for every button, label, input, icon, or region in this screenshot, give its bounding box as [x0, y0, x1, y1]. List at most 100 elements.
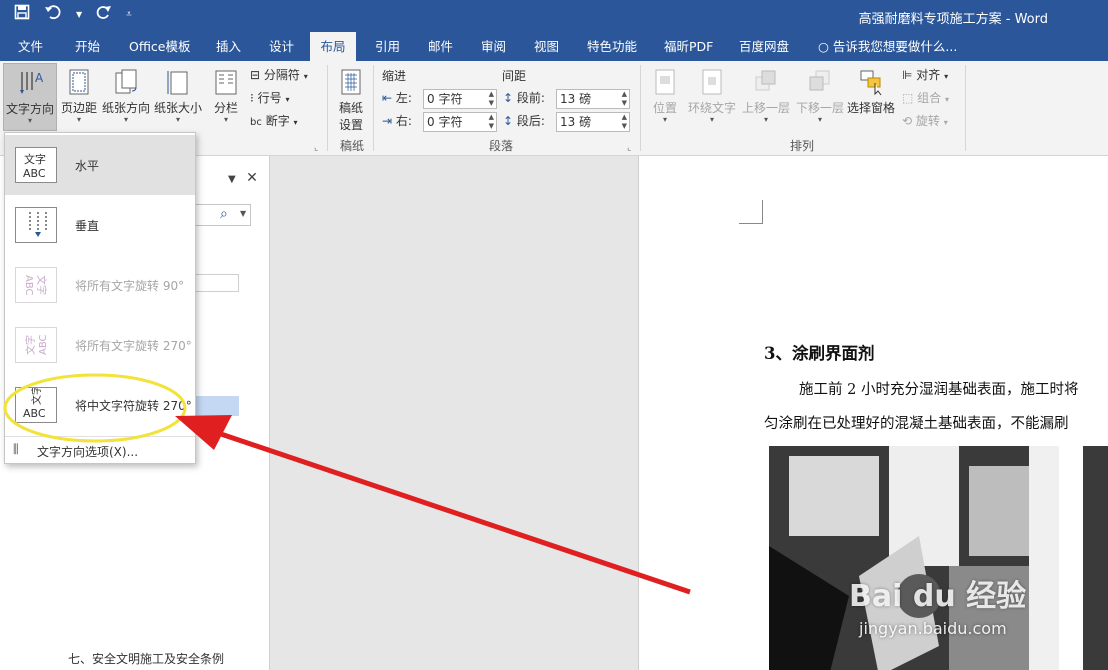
- paragraph-group-label: 段落: [489, 139, 514, 153]
- customize-qat-icon[interactable]: ⩡: [126, 4, 132, 26]
- nav-heading-item[interactable]: 七、安全文明施工及安全条例: [68, 650, 224, 667]
- spacing-before-icon: ↕: [503, 91, 514, 105]
- size-button[interactable]: 纸张大小 ▾: [152, 63, 204, 131]
- tab-view[interactable]: 视图: [526, 32, 567, 61]
- manuscript-settings-button[interactable]: 稿纸 设置: [333, 63, 369, 132]
- indent-right-icon: ⇥: [382, 114, 393, 128]
- spacing-before-label: ↕ 段前:: [503, 91, 545, 105]
- horizontal-text-icon: 文字 ABC: [15, 147, 57, 183]
- indent-left-input[interactable]: 0 字符 ▲ ▼: [423, 89, 497, 109]
- spacing-before-input[interactable]: 13 磅 ▲ ▼: [556, 89, 630, 109]
- indent-right-input[interactable]: 0 字符 ▲ ▼: [423, 112, 497, 132]
- orientation-button[interactable]: 纸张方向 ▾: [101, 63, 151, 131]
- quick-access-toolbar: ▼ ⩡: [14, 4, 132, 26]
- wrap-text-button[interactable]: 环绕文字 ▾: [686, 63, 738, 131]
- columns-icon: [215, 70, 237, 95]
- document-photo[interactable]: [1083, 446, 1108, 670]
- tab-layout[interactable]: 布局: [310, 32, 356, 61]
- tab-design[interactable]: 设计: [261, 32, 302, 61]
- spacing-after-label: ↕ 段后:: [503, 114, 545, 128]
- text-direction-rotate-cjk-270[interactable]: 文字 ABC 将中文字符旋转 270°: [5, 375, 195, 435]
- position-button[interactable]: 位置 ▾: [646, 63, 684, 131]
- nav-heading-item[interactable]: [195, 274, 239, 292]
- search-icon[interactable]: ⌕: [220, 206, 228, 222]
- ribbon-tabs: 文件 开始 Office模板 插入 设计 布局 引用 邮件 审阅 视图 特色功能…: [0, 32, 1108, 61]
- text-direction-horizontal[interactable]: 文字 ABC 水平: [5, 135, 195, 195]
- tab-foxit-pdf[interactable]: 福昕PDF: [656, 32, 721, 61]
- baidu-watermark-url: jingyan.baidu.com: [859, 619, 1007, 638]
- text-direction-menu: 文字 ABC 水平 垂直 文字 ABC 将所有文字旋转 90° 文字 ABC 将所有文…: [4, 132, 196, 464]
- svg-text:A: A: [35, 71, 44, 85]
- title-bar: ▼ ⩡ 高强耐磨料专项施工方案 - Word: [0, 0, 1108, 32]
- document-heading[interactable]: 3、涂刷界面剂: [764, 340, 874, 364]
- tab-review[interactable]: 审阅: [473, 32, 514, 61]
- group-button[interactable]: ⬚ 组合 ▾: [902, 87, 949, 109]
- rotate-90-text-icon: 文字 ABC: [15, 267, 57, 303]
- tab-baidu-netdisk[interactable]: 百度网盘: [731, 32, 797, 61]
- text-direction-options-link[interactable]: ⫼ 文字方向选项(X)...: [5, 436, 195, 464]
- chevron-down-icon[interactable]: ▼: [240, 209, 246, 218]
- tab-home[interactable]: 开始: [67, 32, 108, 61]
- text-direction-button[interactable]: A 文字方向 ▾: [3, 63, 57, 131]
- redo-icon[interactable]: [96, 4, 112, 26]
- line-numbers-icon: ⁝: [250, 91, 254, 105]
- arrange-group-label: 排列: [790, 139, 815, 153]
- baidu-watermark: Bai du 经验: [849, 579, 1027, 614]
- margin-corner-mark: [739, 200, 763, 224]
- close-icon[interactable]: ✕: [246, 170, 258, 186]
- spin-arrows-icon[interactable]: ▲ ▼: [489, 113, 494, 131]
- page-setup-dialog-launcher[interactable]: ⌞: [314, 143, 318, 153]
- bring-forward-button[interactable]: 上移一层 ▾: [740, 63, 792, 131]
- line-numbers-button[interactable]: ⁝ 行号 ▾: [250, 87, 290, 109]
- tab-office-templates[interactable]: Office模板: [121, 32, 199, 61]
- paragraph-line[interactable]: 施工前 2 小时充分湿润基础表面，施工时将: [799, 378, 1078, 399]
- paragraph-dialog-launcher[interactable]: ⌞: [627, 143, 631, 153]
- spin-arrows-icon[interactable]: ▲ ▼: [622, 90, 627, 108]
- hyphenation-button[interactable]: bc 断字 ▾: [250, 110, 298, 132]
- spin-arrows-icon[interactable]: ▲ ▼: [489, 90, 494, 108]
- bring-forward-icon: [755, 70, 776, 91]
- svg-text:ABC: ABC: [23, 167, 46, 180]
- send-backward-button[interactable]: 下移一层 ▾: [794, 63, 846, 131]
- selection-pane-button[interactable]: 选择窗格: [846, 63, 896, 131]
- undo-dropdown-icon[interactable]: ▼: [76, 4, 82, 26]
- breaks-button[interactable]: ⊟ 分隔符 ▾: [250, 64, 308, 86]
- paper-size-icon: [167, 71, 188, 95]
- chevron-down-icon[interactable]: ▼: [228, 174, 236, 185]
- rotate-button[interactable]: ⟲ 旋转 ▾: [902, 110, 948, 132]
- align-icon: ⊫: [902, 68, 913, 82]
- lightbulb-icon: ○: [818, 39, 829, 54]
- spacing-heading: 间距: [502, 69, 527, 83]
- tell-me-search[interactable]: ○ 告诉我您想要做什么...: [810, 32, 965, 61]
- tab-insert[interactable]: 插入: [208, 32, 249, 61]
- tab-mailings[interactable]: 邮件: [420, 32, 461, 61]
- group-icon: ⬚: [902, 91, 914, 105]
- selection-pane-icon: [860, 70, 882, 96]
- nav-heading-item-selected[interactable]: [195, 396, 239, 416]
- svg-text:文字: 文字: [24, 335, 37, 355]
- text-direction-options-icon: ⫼: [13, 442, 19, 456]
- orientation-icon: [115, 69, 137, 94]
- text-direction-icon: A: [20, 71, 44, 94]
- save-icon[interactable]: [14, 4, 30, 26]
- breaks-icon: ⊟: [250, 68, 261, 82]
- vertical-text-icon: [15, 207, 57, 243]
- text-direction-vertical[interactable]: 垂直: [5, 195, 195, 255]
- undo-icon[interactable]: [44, 4, 62, 26]
- paragraph-line[interactable]: 匀涂刷在已处理好的混凝土基础表面，不能漏刷: [764, 412, 1069, 433]
- hyphenation-icon: bc: [250, 117, 262, 128]
- align-button[interactable]: ⊫ 对齐 ▾: [902, 64, 948, 86]
- rotate-icon: ⟲: [902, 114, 913, 128]
- spacing-after-input[interactable]: 13 磅 ▲ ▼: [556, 112, 630, 132]
- rotate-cjk-270-text-icon: 文字 ABC: [15, 385, 57, 423]
- tab-references[interactable]: 引用: [367, 32, 408, 61]
- margins-button[interactable]: 页边距 ▾: [58, 63, 100, 131]
- nav-search-box[interactable]: ⌕ ▼: [195, 204, 251, 226]
- tab-file[interactable]: 文件: [10, 32, 51, 61]
- indent-heading: 缩进: [382, 69, 407, 83]
- tab-special-features[interactable]: 特色功能: [579, 32, 645, 61]
- manuscript-group-label: 稿纸: [340, 139, 365, 153]
- columns-button[interactable]: 分栏 ▾: [208, 63, 244, 131]
- document-page[interactable]: 3、涂刷界面剂 施工前 2 小时充分湿润基础表面，施工时将 匀涂刷在已处理好的混…: [638, 156, 1108, 670]
- spin-arrows-icon[interactable]: ▲ ▼: [622, 113, 627, 131]
